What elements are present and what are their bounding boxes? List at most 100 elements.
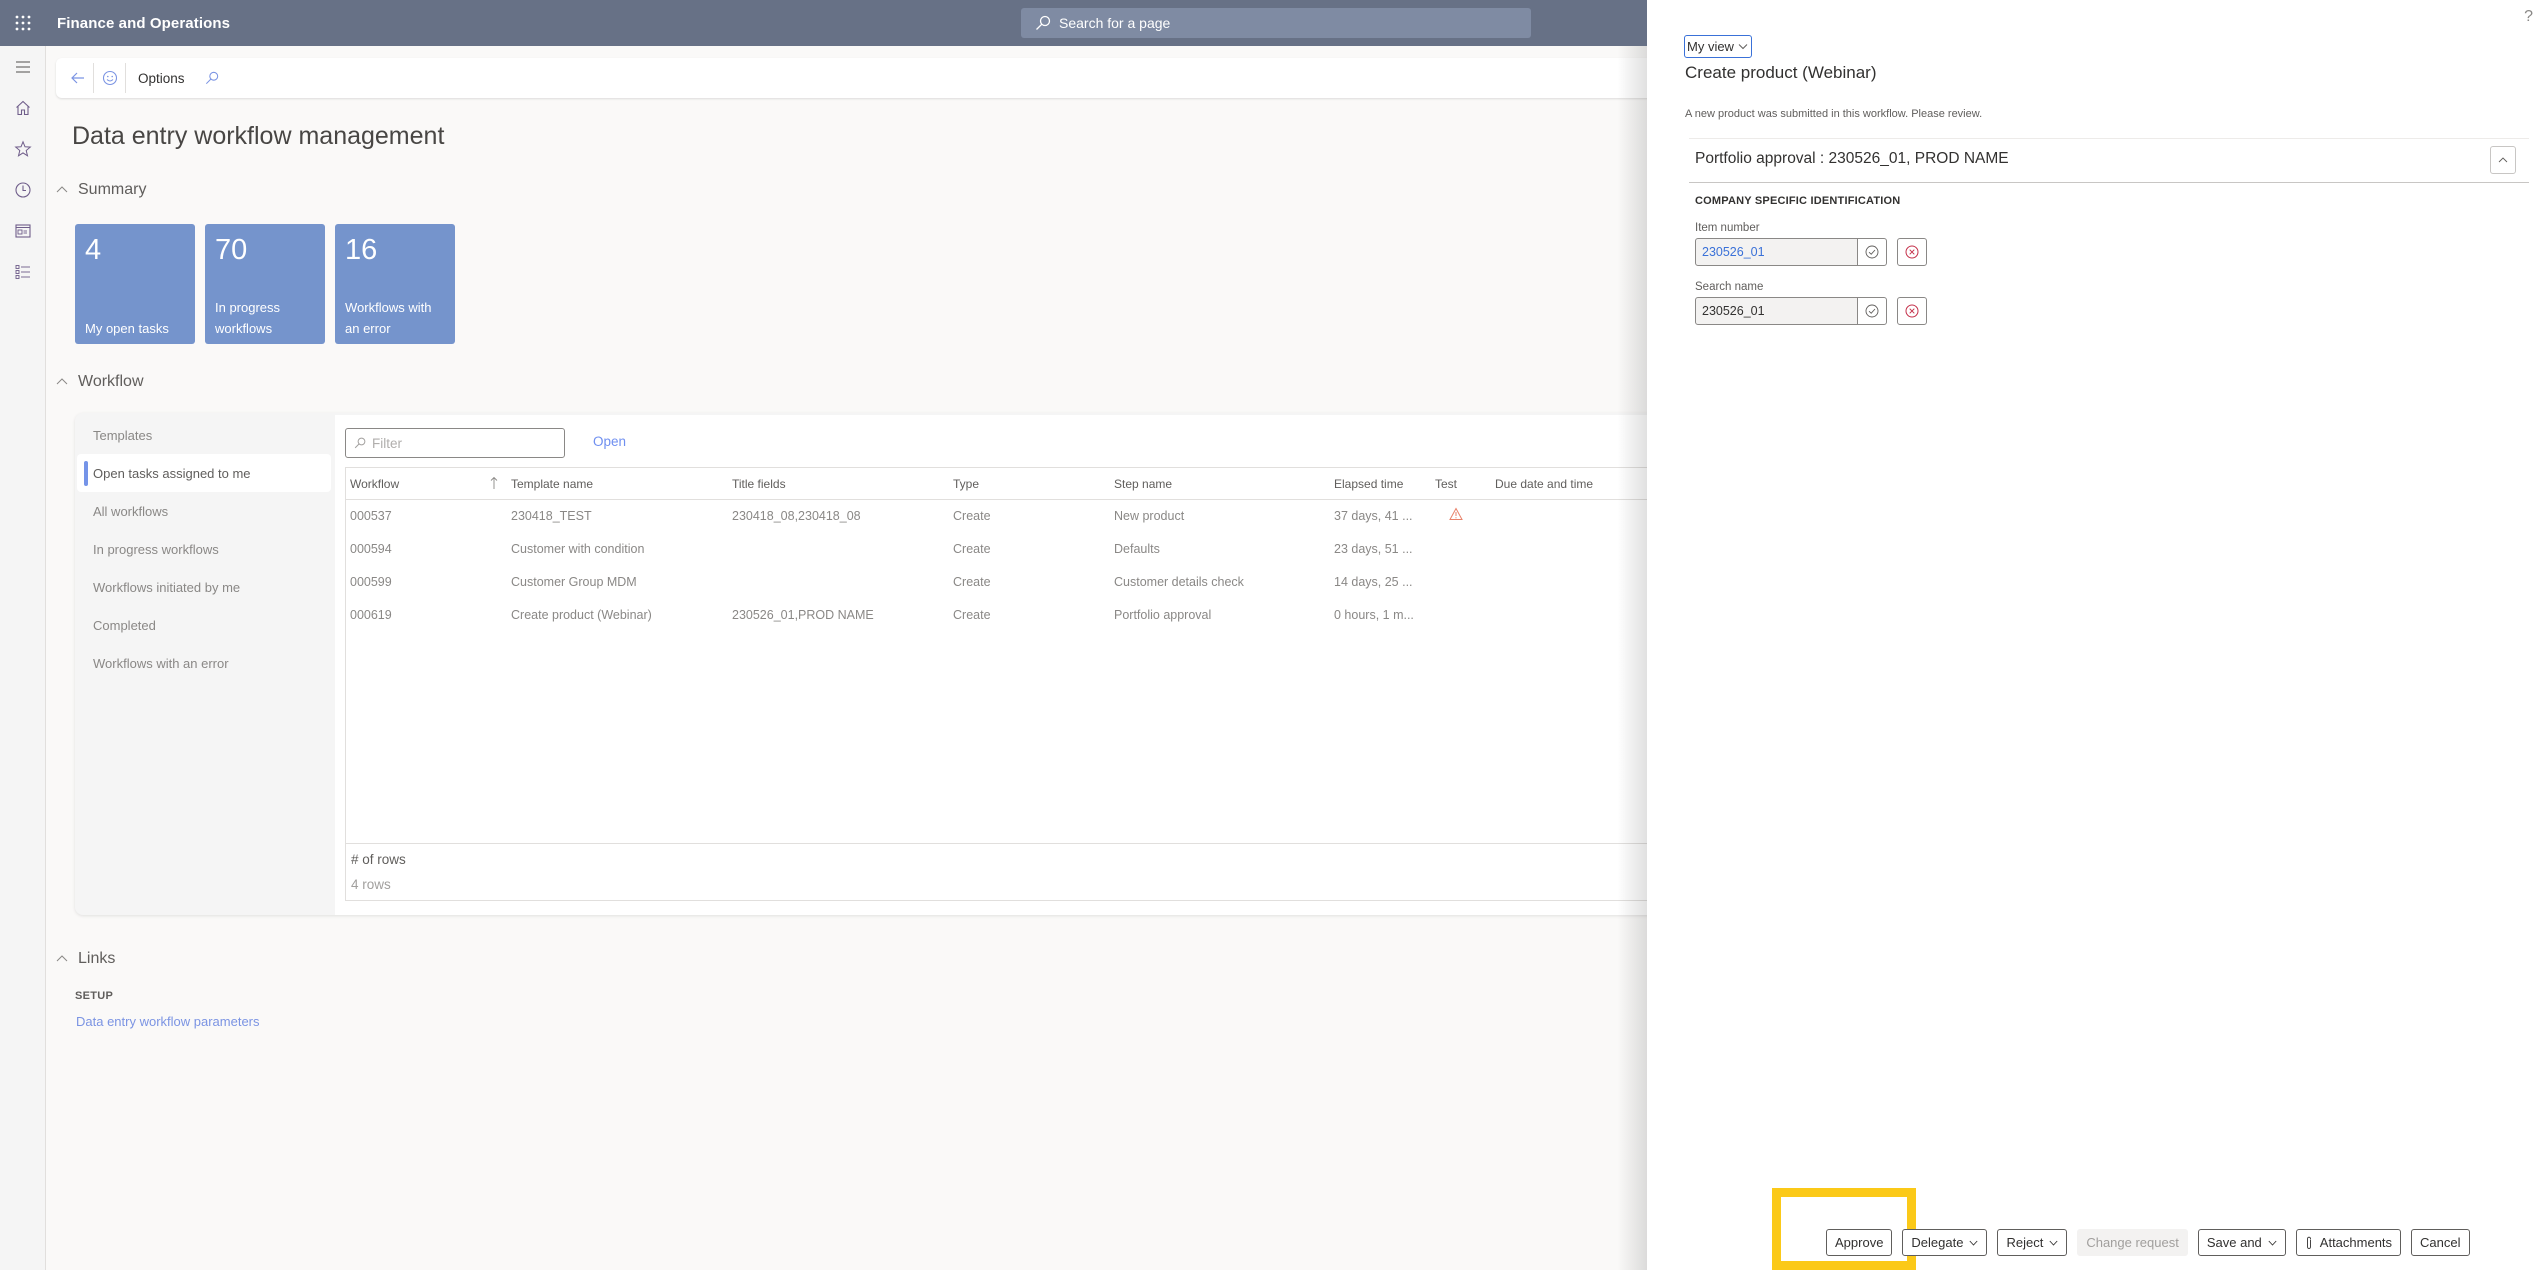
col-header-workflow[interactable]: Workflow (350, 477, 399, 491)
cancel-button[interactable]: Cancel (2411, 1229, 2470, 1256)
links-section-header[interactable]: Links (56, 950, 115, 968)
workflow-panel: Templates Open tasks assigned to me All … (75, 413, 1665, 915)
reject-button[interactable]: Reject (1997, 1229, 2068, 1256)
cell-step: New product (1114, 509, 1185, 523)
change-request-button[interactable]: Change request (2077, 1229, 2188, 1256)
save-and-button[interactable]: Save and (2197, 1229, 2286, 1256)
filter-input[interactable]: Filter (345, 428, 565, 458)
item-number-reject-button[interactable] (1897, 238, 1927, 266)
search-name-label: Search name (1695, 281, 1764, 293)
search-name-accept-button[interactable] (1857, 297, 1887, 325)
check-circle-icon (1865, 304, 1879, 318)
warning-icon (1449, 507, 1463, 520)
fasttab-title: Portfolio approval : 230526_01, PROD NAM… (1695, 150, 2009, 167)
delegate-button[interactable]: Delegate (1902, 1229, 1988, 1256)
nav-completed[interactable]: Completed (77, 606, 331, 644)
cell-type: Create (953, 509, 991, 523)
col-header-step-name[interactable]: Step name (1114, 477, 1172, 491)
cell-title-fields: 230418_08,230418_08 (732, 509, 861, 523)
item-number-field[interactable]: 230526_01 (1695, 238, 1858, 266)
table-row[interactable]: 000619 Create product (Webinar) 230526_0… (346, 600, 1665, 633)
filter-placeholder: Filter (372, 435, 402, 451)
close-circle-icon (1905, 245, 1919, 259)
open-button[interactable]: Open (593, 434, 626, 449)
search-name-field[interactable]: 230526_01 (1695, 297, 1858, 325)
tile-my-open-tasks[interactable]: 4 My open tasks (75, 224, 195, 344)
cell-workflow: 000594 (350, 542, 392, 556)
nav-all-workflows[interactable]: All workflows (77, 492, 331, 530)
collapse-fasttab-button[interactable] (2490, 146, 2516, 174)
summary-tiles: 4 My open tasks 70 In progress workflows… (75, 224, 455, 344)
nav-workflows-initiated-by-me[interactable]: Workflows initiated by me (77, 568, 331, 606)
action-pane: Options (56, 58, 1666, 98)
delegate-label: Delegate (1911, 1235, 1964, 1250)
nav-in-progress-workflows[interactable]: In progress workflows (77, 530, 331, 568)
cell-template: Customer with condition (511, 542, 645, 556)
workflow-section-header[interactable]: Workflow (56, 373, 144, 391)
chevron-up-icon (56, 378, 68, 385)
rail-menu-button[interactable] (0, 46, 46, 87)
app-launcher-button[interactable] (0, 0, 46, 46)
nav-open-tasks-assigned-to-me[interactable]: Open tasks assigned to me (77, 454, 331, 492)
sort-ascending-icon[interactable] (489, 476, 499, 490)
col-header-test[interactable]: Test (1435, 477, 1457, 491)
back-button[interactable] (62, 63, 94, 93)
col-header-template-name[interactable]: Template name (511, 477, 593, 491)
panel-description: A new product was submitted in this work… (1685, 108, 1983, 120)
cell-step: Portfolio approval (1114, 608, 1212, 622)
cell-type: Create (953, 608, 991, 622)
feedback-button[interactable] (94, 63, 126, 93)
view-selector-label: My view (1687, 39, 1734, 54)
cell-elapsed: 37 days, 41 ... (1334, 509, 1413, 523)
table-row[interactable]: 000537 230418_TEST 230418_08,230418_08 C… (346, 501, 1665, 534)
cell-template: 230418_TEST (511, 509, 592, 523)
cell-type: Create (953, 542, 991, 556)
cell-template: Customer Group MDM (511, 575, 637, 589)
attachments-button[interactable]: Attachments (2295, 1229, 2402, 1256)
options-tab[interactable]: Options (126, 63, 199, 93)
table-row[interactable]: 000594 Customer with condition Create De… (346, 534, 1665, 567)
col-header-due-date[interactable]: Due date and time (1495, 477, 1593, 491)
search-icon (205, 71, 218, 85)
item-number-accept-button[interactable] (1857, 238, 1887, 266)
navigation-rail (0, 46, 46, 1270)
rail-workspaces-button[interactable] (0, 210, 46, 251)
view-selector[interactable]: My view (1684, 35, 1752, 58)
field-group-title: COMPANY SPECIFIC IDENTIFICATION (1695, 195, 1901, 207)
tile-label: In progress workflows (215, 300, 281, 336)
arrow-left-icon (70, 72, 84, 84)
chevron-up-icon (2498, 157, 2508, 163)
rail-modules-button[interactable] (0, 251, 46, 292)
cell-type: Create (953, 575, 991, 589)
check-circle-icon (1865, 245, 1879, 259)
cell-step: Customer details check (1114, 575, 1244, 589)
workflow-nav: Templates Open tasks assigned to me All … (75, 413, 333, 915)
chevron-down-icon (2268, 1240, 2277, 1246)
help-icon[interactable]: ? (2524, 8, 2533, 26)
col-header-elapsed-time[interactable]: Elapsed time (1334, 477, 1403, 491)
search-name-reject-button[interactable] (1897, 297, 1927, 325)
rail-favorites-button[interactable] (0, 128, 46, 169)
tile-workflows-with-error[interactable]: 16 Workflows with an error (335, 224, 455, 344)
action-search-button[interactable] (199, 63, 225, 93)
approve-button[interactable]: Approve (1826, 1229, 1893, 1256)
tile-in-progress-workflows[interactable]: 70 In progress workflows (205, 224, 325, 344)
cell-workflow: 000619 (350, 608, 392, 622)
tile-label: Workflows with an error (345, 300, 432, 336)
chevron-down-icon (1969, 1240, 1978, 1246)
link-data-entry-workflow-parameters[interactable]: Data entry workflow parameters (76, 1014, 260, 1029)
col-header-type[interactable]: Type (953, 477, 979, 491)
rail-recent-button[interactable] (0, 169, 46, 210)
links-header-label: Links (78, 950, 116, 967)
table-row[interactable]: 000599 Customer Group MDM Create Custome… (346, 567, 1665, 600)
tile-count: 16 (345, 234, 378, 266)
nav-workflows-with-an-error[interactable]: Workflows with an error (77, 644, 331, 682)
col-header-title-fields[interactable]: Title fields (732, 477, 786, 491)
global-search-input[interactable]: Search for a page (1021, 8, 1531, 38)
reject-label: Reject (2006, 1235, 2044, 1250)
approve-label: Approve (1835, 1235, 1884, 1250)
workflow-task-panel: ? My view Create product (Webinar) A new… (1647, 0, 2547, 1270)
summary-section-header[interactable]: Summary (56, 181, 146, 199)
nav-templates[interactable]: Templates (77, 416, 331, 454)
rail-home-button[interactable] (0, 87, 46, 128)
